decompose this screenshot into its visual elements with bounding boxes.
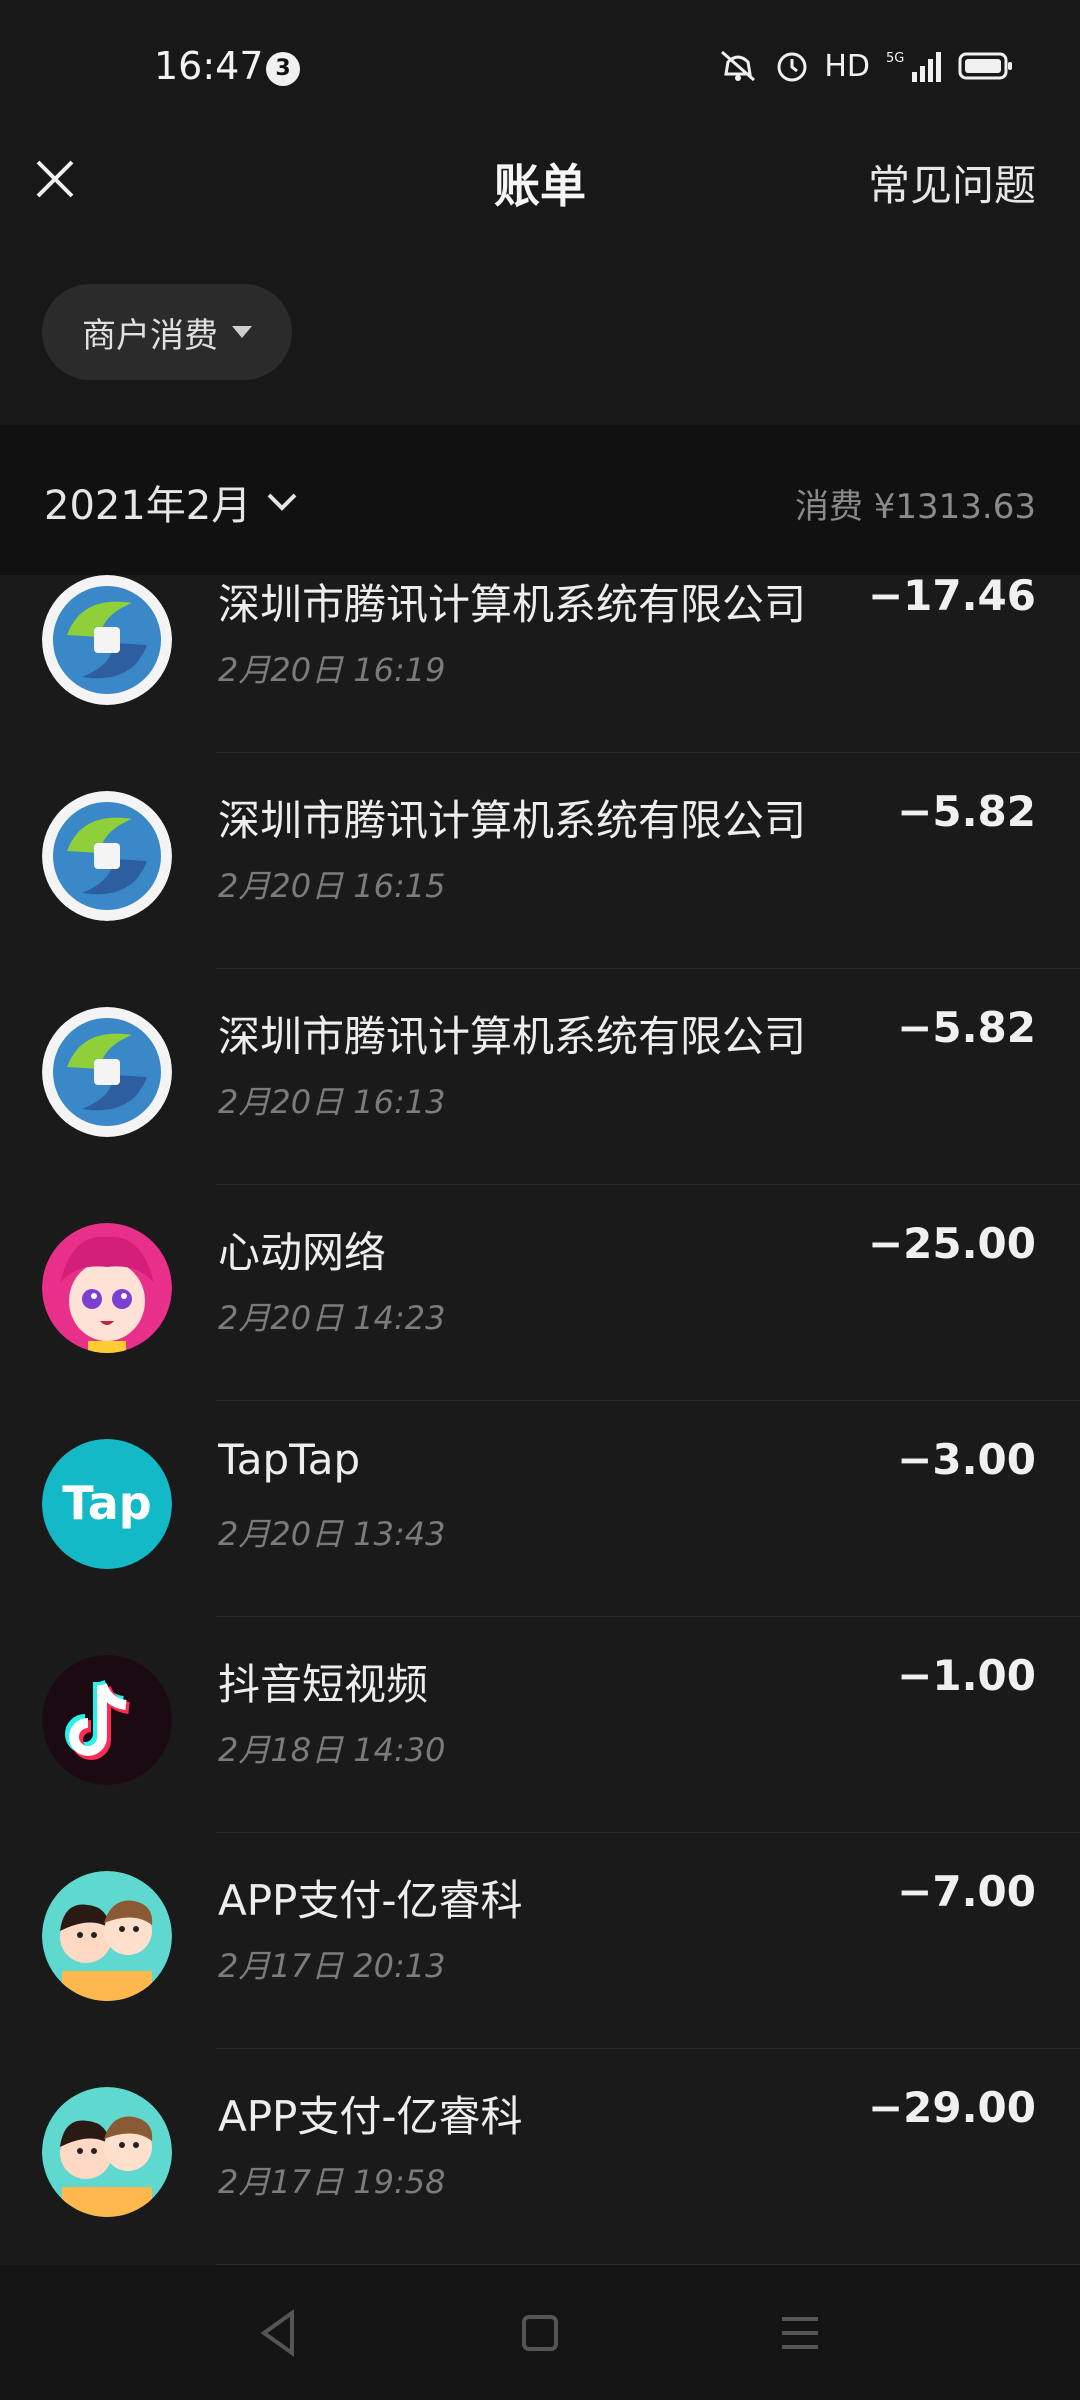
transaction-amount: −25.00 [867, 1219, 1036, 1268]
transaction-amount: −17.46 [867, 575, 1036, 620]
hd-indicator: HD [824, 48, 870, 84]
couple-avatar-icon [42, 2087, 172, 2217]
couple-avatar-icon [42, 1871, 172, 2001]
merchant-name: APP支付-亿睿科 [218, 1876, 523, 1925]
transaction-row[interactable]: 深圳市腾讯计算机系统有限公司 2月20日 16:19 −17.46 [0, 575, 1080, 753]
status-bar: 16:47 3 HD 5G [0, 0, 1080, 130]
alarm-icon [774, 48, 810, 84]
merchant-filter-dropdown[interactable]: 商户消费 [42, 284, 292, 380]
transaction-row[interactable]: 抖音短视频 2月18日 14:30 −1.00 [0, 1617, 1080, 1833]
transaction-list: 深圳市腾讯计算机系统有限公司 2月20日 16:19 −17.46 深圳市腾讯计… [0, 575, 1080, 2265]
filter-area: 商户消费 [0, 250, 1080, 425]
svg-text:Tap: Tap [62, 1476, 151, 1530]
transaction-time: 2月20日 14:23 [218, 1299, 446, 1337]
month-picker[interactable]: 2021年2月 [44, 473, 299, 531]
transaction-time: 2月17日 19:58 [218, 2163, 446, 2201]
transaction-time: 2月20日 13:43 [218, 1515, 446, 1553]
transaction-row[interactable]: APP支付-亿睿科 2月17日 20:13 −7.00 [0, 1833, 1080, 2049]
transaction-row[interactable]: APP支付-亿睿科 2月17日 19:58 −29.00 [0, 2049, 1080, 2265]
nav-home-button[interactable] [508, 2301, 572, 2365]
month-bar: 2021年2月 消费 ¥1313.63 [0, 425, 1080, 575]
month-label: 2021年2月 [44, 483, 252, 529]
tencent-logo-icon [42, 575, 172, 705]
transaction-time: 2月20日 16:19 [218, 651, 446, 689]
transaction-row[interactable]: 心动网络 2月20日 14:23 −25.00 [0, 1185, 1080, 1401]
transaction-amount: −1.00 [897, 1651, 1036, 1700]
battery-icon [958, 50, 1014, 82]
merchant-name: 心动网络 [218, 1228, 387, 1277]
svg-text:5G: 5G [886, 51, 904, 66]
transaction-row[interactable]: 深圳市腾讯计算机系统有限公司 2月20日 16:15 −5.82 [0, 753, 1080, 969]
nav-menu-button[interactable] [768, 2301, 832, 2365]
transaction-time: 2月17日 20:13 [218, 1947, 446, 1985]
menu-lines-icon [782, 2317, 818, 2349]
tencent-logo-icon [42, 791, 172, 921]
chevron-down-icon [267, 493, 297, 511]
merchant-name: 抖音短视频 [218, 1660, 429, 1709]
system-nav-bar [0, 2265, 1080, 2400]
merchant-name: 深圳市腾讯计算机系统有限公司 [218, 1012, 807, 1061]
caret-down-icon [232, 326, 252, 338]
taptap-logo-icon: Tap [42, 1439, 172, 1569]
merchant-name: 深圳市腾讯计算机系统有限公司 [218, 580, 807, 629]
filter-label: 商户消费 [82, 315, 218, 356]
notification-count-badge: 3 [266, 52, 300, 86]
transaction-amount: −29.00 [867, 2083, 1036, 2132]
status-time: 16:47 [154, 44, 264, 88]
transaction-amount: −3.00 [897, 1435, 1036, 1484]
home-square-icon [522, 2315, 558, 2351]
back-triangle-icon [260, 2309, 294, 2357]
anime-girl-avatar-icon [42, 1223, 172, 1353]
top-app-bar: 账单 常见问题 [0, 130, 1080, 250]
faq-link[interactable]: 常见问题 [868, 152, 1036, 213]
tencent-logo-icon [42, 1007, 172, 1137]
transaction-time: 2月20日 16:15 [218, 867, 446, 905]
transaction-amount: −5.82 [897, 1003, 1036, 1052]
transaction-amount: −5.82 [897, 787, 1036, 836]
transaction-amount: −7.00 [897, 1867, 1036, 1916]
merchant-name: APP支付-亿睿科 [218, 2092, 523, 2141]
tiktok-logo-icon [42, 1655, 172, 1785]
status-icons: HD 5G [716, 48, 1014, 84]
merchant-name: 深圳市腾讯计算机系统有限公司 [218, 796, 807, 845]
transaction-time: 2月18日 14:30 [218, 1731, 446, 1769]
month-total-spending: 消费 ¥1313.63 [794, 487, 1036, 527]
merchant-name: TapTap [218, 1435, 361, 1484]
transaction-time: 2月20日 16:13 [218, 1083, 446, 1121]
transaction-row[interactable]: Tap TapTap 2月20日 13:43 −3.00 [0, 1401, 1080, 1617]
signal-5g-icon: 5G [884, 48, 944, 84]
mute-icon [716, 48, 760, 84]
nav-back-button[interactable] [248, 2301, 312, 2365]
transaction-row[interactable]: 深圳市腾讯计算机系统有限公司 2月20日 16:13 −5.82 [0, 969, 1080, 1185]
